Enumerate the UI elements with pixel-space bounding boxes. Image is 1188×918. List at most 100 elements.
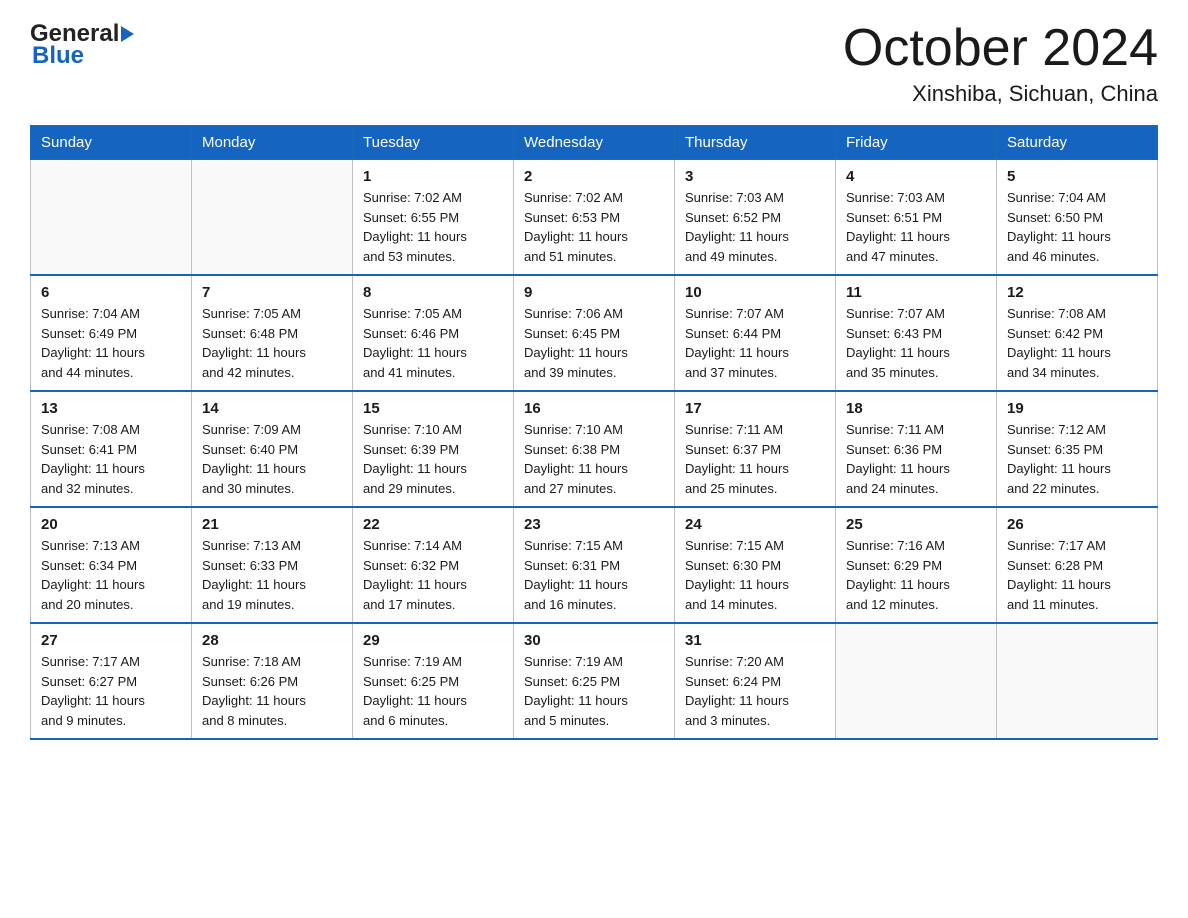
- header-wednesday: Wednesday: [514, 126, 675, 160]
- table-row: 24 Sunrise: 7:15 AMSunset: 6:30 PMDayligh…: [675, 507, 836, 623]
- day-info: Sunrise: 7:11 AMSunset: 6:37 PMDaylight:…: [685, 420, 825, 498]
- day-number: 19: [1007, 400, 1147, 417]
- table-row: 23Sunrise: 7:15 AMSunset: 6:31 PMDayligh…: [514, 507, 675, 623]
- day-number: 26: [1007, 516, 1147, 533]
- table-row: 18 Sunrise: 7:11 AMSunset: 6:36 PMDayligh…: [836, 391, 997, 507]
- day-info: Sunrise: 7:10 AMSunset: 6:38 PMDaylight:…: [524, 420, 664, 498]
- table-row: 22 Sunrise: 7:14 AMSunset: 6:32 PMDayligh…: [353, 507, 514, 623]
- header-thursday: Thursday: [675, 126, 836, 160]
- table-row: [31, 160, 192, 276]
- day-number: 9: [524, 284, 664, 301]
- table-row: 19 Sunrise: 7:12 AMSunset: 6:35 PMDayligh…: [997, 391, 1158, 507]
- day-info: Sunrise: 7:04 AMSunset: 6:49 PMDaylight:…: [41, 304, 181, 382]
- day-info: Sunrise: 7:18 AMSunset: 6:26 PMDaylight:…: [202, 652, 342, 730]
- day-number: 6: [41, 284, 181, 301]
- day-info: Sunrise: 7:19 AMSunset: 6:25 PMDaylight:…: [524, 652, 664, 730]
- day-info: Sunrise: 7:11 AMSunset: 6:36 PMDaylight:…: [846, 420, 986, 498]
- calendar-title: October 2024: [843, 20, 1158, 77]
- day-number: 20: [41, 516, 181, 533]
- day-number: 28: [202, 632, 342, 649]
- table-row: 27Sunrise: 7:17 AMSunset: 6:27 PMDayligh…: [31, 623, 192, 739]
- calendar-table: Sunday Monday Tuesday Wednesday Thursday…: [30, 125, 1158, 740]
- day-info: Sunrise: 7:20 AMSunset: 6:24 PMDaylight:…: [685, 652, 825, 730]
- calendar-subtitle: Xinshiba, Sichuan, China: [843, 81, 1158, 107]
- day-info: Sunrise: 7:03 AMSunset: 6:51 PMDaylight:…: [846, 188, 986, 266]
- day-info: Sunrise: 7:05 AMSunset: 6:46 PMDaylight:…: [363, 304, 503, 382]
- table-row: [997, 623, 1158, 739]
- day-number: 17: [685, 400, 825, 417]
- table-row: 2 Sunrise: 7:02 AMSunset: 6:53 PMDaylight…: [514, 160, 675, 276]
- day-number: 10: [685, 284, 825, 301]
- table-row: 9Sunrise: 7:06 AMSunset: 6:45 PMDaylight…: [514, 275, 675, 391]
- table-row: 26 Sunrise: 7:17 AMSunset: 6:28 PMDayligh…: [997, 507, 1158, 623]
- header-sunday: Sunday: [31, 126, 192, 160]
- day-info: Sunrise: 7:19 AMSunset: 6:25 PMDaylight:…: [363, 652, 503, 730]
- table-row: 28 Sunrise: 7:18 AMSunset: 6:26 PMDayligh…: [192, 623, 353, 739]
- day-info: Sunrise: 7:05 AMSunset: 6:48 PMDaylight:…: [202, 304, 342, 382]
- table-row: 11Sunrise: 7:07 AMSunset: 6:43 PMDayligh…: [836, 275, 997, 391]
- calendar-week-row: 1Sunrise: 7:02 AMSunset: 6:55 PMDaylight…: [31, 160, 1158, 276]
- day-info: Sunrise: 7:15 AMSunset: 6:30 PMDaylight:…: [685, 536, 825, 614]
- day-info: Sunrise: 7:10 AMSunset: 6:39 PMDaylight:…: [363, 420, 503, 498]
- table-row: 1Sunrise: 7:02 AMSunset: 6:55 PMDaylight…: [353, 160, 514, 276]
- table-row: 17 Sunrise: 7:11 AMSunset: 6:37 PMDayligh…: [675, 391, 836, 507]
- header-monday: Monday: [192, 126, 353, 160]
- table-row: 29 Sunrise: 7:19 AMSunset: 6:25 PMDayligh…: [353, 623, 514, 739]
- page-header: General Blue October 2024 Xinshiba, Sich…: [30, 20, 1158, 107]
- day-number: 30: [524, 632, 664, 649]
- table-row: 5Sunrise: 7:04 AMSunset: 6:50 PMDaylight…: [997, 160, 1158, 276]
- day-number: 15: [363, 400, 503, 417]
- day-info: Sunrise: 7:03 AMSunset: 6:52 PMDaylight:…: [685, 188, 825, 266]
- title-block: October 2024 Xinshiba, Sichuan, China: [843, 20, 1158, 107]
- table-row: [192, 160, 353, 276]
- table-row: 15 Sunrise: 7:10 AMSunset: 6:39 PMDayligh…: [353, 391, 514, 507]
- day-number: 8: [363, 284, 503, 301]
- day-number: 21: [202, 516, 342, 533]
- calendar-week-row: 20 Sunrise: 7:13 AMSunset: 6:34 PMDayligh…: [31, 507, 1158, 623]
- day-number: 29: [363, 632, 503, 649]
- day-number: 4: [846, 168, 986, 185]
- day-number: 31: [685, 632, 825, 649]
- calendar-week-row: 6 Sunrise: 7:04 AMSunset: 6:49 PMDaylight…: [31, 275, 1158, 391]
- header-friday: Friday: [836, 126, 997, 160]
- day-info: Sunrise: 7:02 AMSunset: 6:55 PMDaylight:…: [363, 188, 503, 266]
- table-row: 30 Sunrise: 7:19 AMSunset: 6:25 PMDayligh…: [514, 623, 675, 739]
- day-info: Sunrise: 7:16 AMSunset: 6:29 PMDaylight:…: [846, 536, 986, 614]
- table-row: 12Sunrise: 7:08 AMSunset: 6:42 PMDayligh…: [997, 275, 1158, 391]
- day-info: Sunrise: 7:13 AMSunset: 6:34 PMDaylight:…: [41, 536, 181, 614]
- table-row: 10Sunrise: 7:07 AMSunset: 6:44 PMDayligh…: [675, 275, 836, 391]
- day-info: Sunrise: 7:12 AMSunset: 6:35 PMDaylight:…: [1007, 420, 1147, 498]
- day-info: Sunrise: 7:17 AMSunset: 6:27 PMDaylight:…: [41, 652, 181, 730]
- table-row: 7 Sunrise: 7:05 AMSunset: 6:48 PMDaylight…: [192, 275, 353, 391]
- header-saturday: Saturday: [997, 126, 1158, 160]
- day-number: 25: [846, 516, 986, 533]
- day-info: Sunrise: 7:13 AMSunset: 6:33 PMDaylight:…: [202, 536, 342, 614]
- logo: General Blue: [30, 20, 134, 70]
- table-row: 3 Sunrise: 7:03 AMSunset: 6:52 PMDaylight…: [675, 160, 836, 276]
- day-number: 7: [202, 284, 342, 301]
- table-row: 20 Sunrise: 7:13 AMSunset: 6:34 PMDayligh…: [31, 507, 192, 623]
- calendar-header-row: Sunday Monday Tuesday Wednesday Thursday…: [31, 126, 1158, 160]
- table-row: 6 Sunrise: 7:04 AMSunset: 6:49 PMDaylight…: [31, 275, 192, 391]
- day-info: Sunrise: 7:08 AMSunset: 6:41 PMDaylight:…: [41, 420, 181, 498]
- day-info: Sunrise: 7:02 AMSunset: 6:53 PMDaylight:…: [524, 188, 664, 266]
- day-number: 11: [846, 284, 986, 301]
- calendar-week-row: 27Sunrise: 7:17 AMSunset: 6:27 PMDayligh…: [31, 623, 1158, 739]
- day-number: 24: [685, 516, 825, 533]
- table-row: 25 Sunrise: 7:16 AMSunset: 6:29 PMDayligh…: [836, 507, 997, 623]
- day-number: 14: [202, 400, 342, 417]
- day-info: Sunrise: 7:14 AMSunset: 6:32 PMDaylight:…: [363, 536, 503, 614]
- day-info: Sunrise: 7:17 AMSunset: 6:28 PMDaylight:…: [1007, 536, 1147, 614]
- header-tuesday: Tuesday: [353, 126, 514, 160]
- table-row: 31 Sunrise: 7:20 AMSunset: 6:24 PMDayligh…: [675, 623, 836, 739]
- logo-arrow-icon: [121, 26, 134, 42]
- day-number: 16: [524, 400, 664, 417]
- table-row: 4 Sunrise: 7:03 AMSunset: 6:51 PMDaylight…: [836, 160, 997, 276]
- day-number: 13: [41, 400, 181, 417]
- day-number: 2: [524, 168, 664, 185]
- day-number: 18: [846, 400, 986, 417]
- table-row: 21 Sunrise: 7:13 AMSunset: 6:33 PMDayligh…: [192, 507, 353, 623]
- day-number: 22: [363, 516, 503, 533]
- table-row: 8 Sunrise: 7:05 AMSunset: 6:46 PMDaylight…: [353, 275, 514, 391]
- day-number: 3: [685, 168, 825, 185]
